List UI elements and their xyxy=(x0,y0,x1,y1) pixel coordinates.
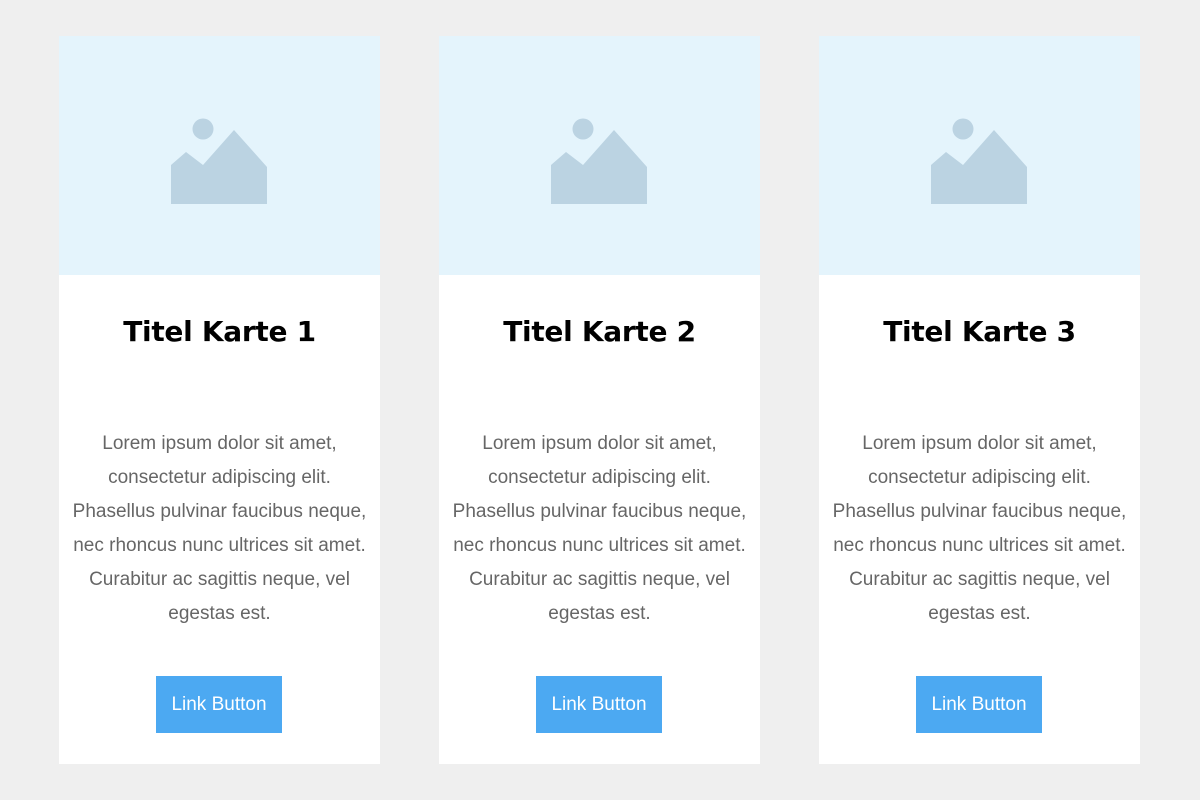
card-image xyxy=(59,36,380,275)
link-button[interactable]: Link Button xyxy=(156,676,282,733)
card-title: Titel Karte 1 xyxy=(123,315,316,348)
card-image xyxy=(439,36,760,275)
link-button[interactable]: Link Button xyxy=(916,676,1042,733)
image-placeholder-icon xyxy=(551,118,647,204)
image-placeholder-icon xyxy=(171,118,267,204)
card-3: Titel Karte 3 Lorem ipsum dolor sit amet… xyxy=(819,36,1140,764)
card-description: Lorem ipsum dolor sit amet, consectetur … xyxy=(72,433,367,624)
card-2: Titel Karte 2 Lorem ipsum dolor sit amet… xyxy=(439,36,760,764)
link-button[interactable]: Link Button xyxy=(536,676,662,733)
card-image xyxy=(819,36,1140,275)
card-title: Titel Karte 2 xyxy=(503,315,696,348)
card-title: Titel Karte 3 xyxy=(883,315,1076,348)
card-1: Titel Karte 1 Lorem ipsum dolor sit amet… xyxy=(59,36,380,764)
card-grid: Titel Karte 1 Lorem ipsum dolor sit amet… xyxy=(0,0,1200,800)
card-description: Lorem ipsum dolor sit amet, consectetur … xyxy=(832,433,1127,624)
card-description: Lorem ipsum dolor sit amet, consectetur … xyxy=(452,433,747,624)
image-placeholder-icon xyxy=(931,118,1027,204)
